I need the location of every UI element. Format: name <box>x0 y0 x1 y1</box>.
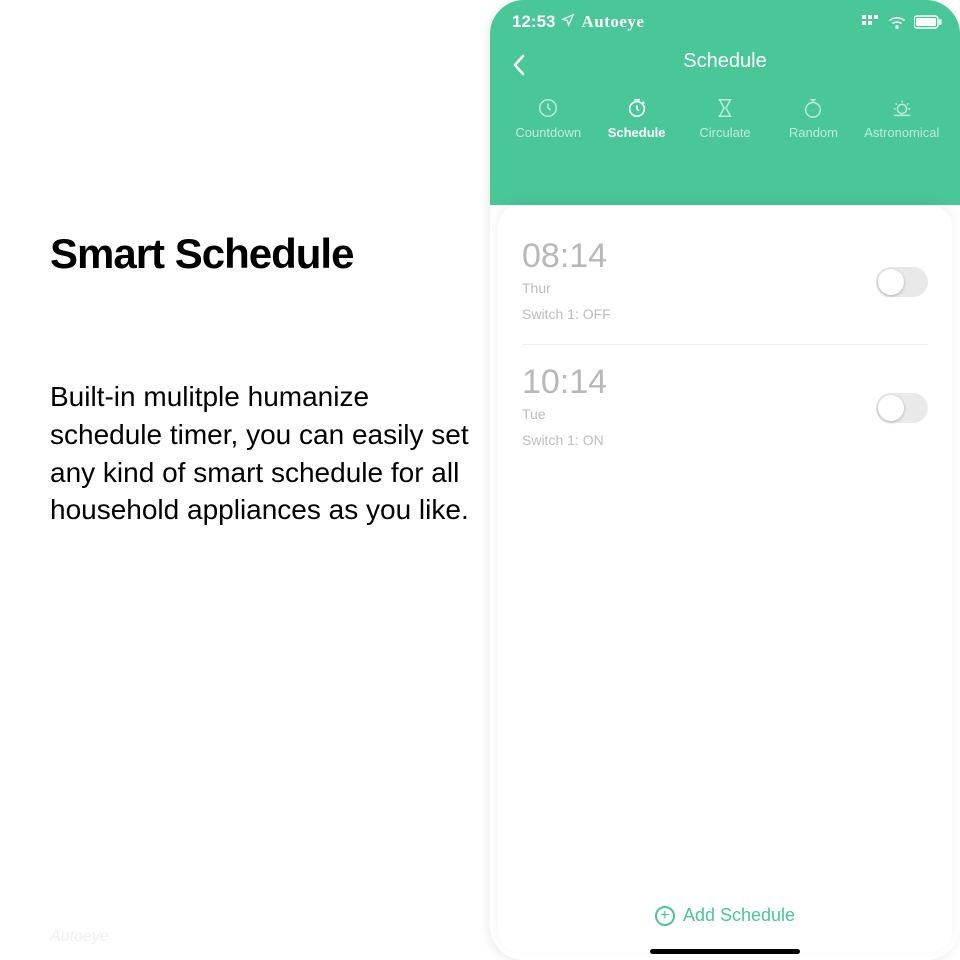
schedule-list: 08:14 Thur Switch 1: OFF 10:14 Tue Switc… <box>498 205 952 887</box>
tab-countdown[interactable]: Countdown <box>504 97 592 140</box>
marketing-block: Smart Schedule Built-in mulitple humaniz… <box>50 230 470 529</box>
location-icon <box>561 12 575 32</box>
schedule-state: Switch 1: ON <box>522 432 928 448</box>
tab-random[interactable]: Random <box>769 97 857 140</box>
battery-icon <box>914 15 942 29</box>
tab-label: Circulate <box>681 125 769 140</box>
schedule-time: 08:14 <box>522 237 928 276</box>
content-card: 08:14 Thur Switch 1: OFF 10:14 Tue Switc… <box>498 205 952 952</box>
tab-schedule[interactable]: Schedule <box>592 97 680 140</box>
home-indicator[interactable] <box>650 949 800 954</box>
tab-label: Countdown <box>504 125 592 140</box>
back-button[interactable] <box>502 50 536 84</box>
marketing-body: Built-in mulitple humanize schedule time… <box>50 378 470 529</box>
schedule-state: Switch 1: OFF <box>522 306 928 322</box>
schedule-toggle[interactable] <box>876 393 928 423</box>
schedule-day: Thur <box>522 280 928 296</box>
wifi-icon <box>888 15 906 29</box>
schedule-time: 10:14 <box>522 363 928 402</box>
schedule-toggle[interactable] <box>876 267 928 297</box>
status-bar: 12:53 Autoeye <box>490 0 960 32</box>
tab-circulate[interactable]: Circulate <box>681 97 769 140</box>
tab-label: Astronomical <box>858 125 946 140</box>
tab-label: Schedule <box>592 125 680 140</box>
plus-icon: + <box>655 906 675 926</box>
app-header: 12:53 Autoeye <box>490 0 960 205</box>
grid-icon <box>862 15 880 29</box>
add-schedule-button[interactable]: + Add Schedule <box>498 887 952 952</box>
marketing-title: Smart Schedule <box>50 230 470 278</box>
schedule-item[interactable]: 08:14 Thur Switch 1: OFF <box>498 219 952 344</box>
phone-frame: 12:53 Autoeye <box>490 0 960 960</box>
tab-astronomical[interactable]: Astronomical <box>858 97 946 140</box>
add-schedule-label: Add Schedule <box>683 905 795 926</box>
page-title: Schedule <box>683 50 766 73</box>
schedule-day: Tue <box>522 406 928 422</box>
schedule-item[interactable]: 10:14 Tue Switch 1: ON <box>498 345 952 470</box>
tab-label: Random <box>769 125 857 140</box>
status-brand: Autoeye <box>581 12 644 32</box>
status-time: 12:53 <box>512 12 555 32</box>
watermark: Autoeye <box>50 928 109 946</box>
tab-bar: Countdown Schedule Circulate Random Astr… <box>490 97 960 140</box>
